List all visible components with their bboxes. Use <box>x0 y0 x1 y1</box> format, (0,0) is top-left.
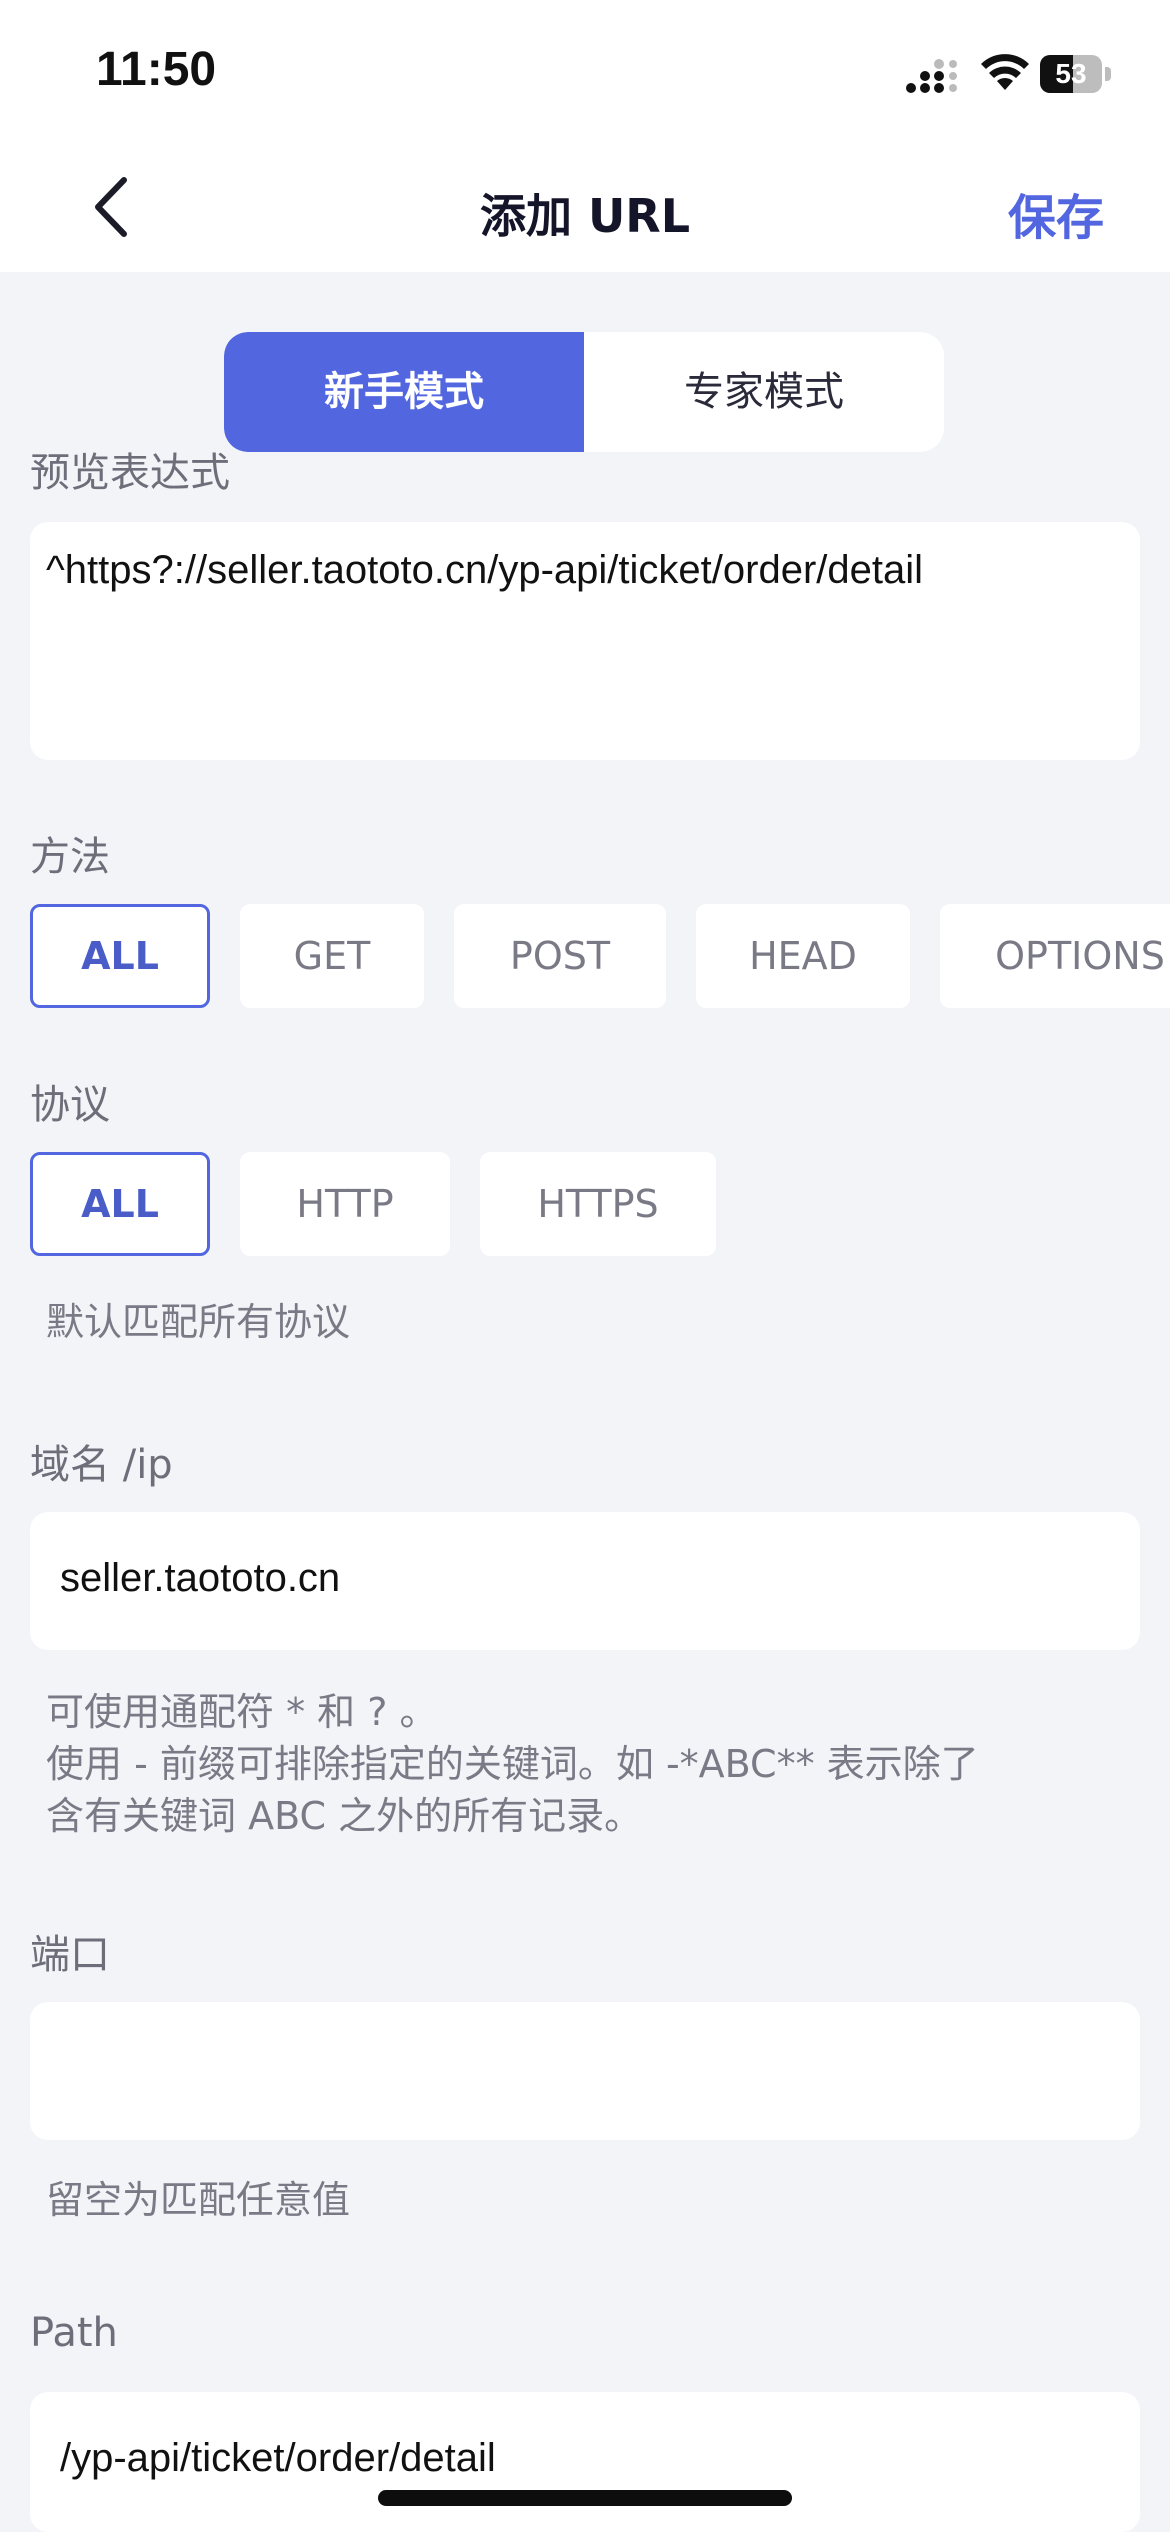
protocol-chip-https[interactable]: HTTPS <box>480 1152 716 1256</box>
page-title: 添加 URL <box>479 189 691 243</box>
path-input-value: /yp-api/ticket/order/detail <box>60 2436 496 2480</box>
port-hint: 留空为匹配任意值 <box>46 2178 351 2222</box>
protocol-chip-http[interactable]: HTTP <box>240 1152 450 1256</box>
beginner-mode-tab[interactable]: 新手模式 <box>224 332 584 452</box>
path-input[interactable]: /yp-api/ticket/order/detail <box>30 2392 1140 2532</box>
domain-hint-line-2: 使用 - 前缀可排除指定的关键词。如 -*ABC** 表示除了 <box>46 1742 979 1786</box>
path-label: Path <box>30 2310 118 2356</box>
home-indicator <box>378 2490 792 2506</box>
battery-level: 53 <box>1055 58 1087 89</box>
wifi-icon <box>981 54 1029 90</box>
method-chip-all[interactable]: ALL <box>30 904 210 1008</box>
status-time: 11:50 <box>96 43 217 96</box>
battery-icon: 53 <box>1040 55 1112 93</box>
protocol-chip-all[interactable]: ALL <box>30 1152 210 1256</box>
preview-expression-text: ^https?://seller.taototo.cn/yp-api/ticke… <box>46 548 924 592</box>
domain-input[interactable]: seller.taototo.cn <box>30 1512 1140 1650</box>
domain-hint-line-1: 可使用通配符 * 和 ? 。 <box>46 1690 438 1734</box>
preview-label: 预览表达式 <box>30 450 230 496</box>
method-chip-post[interactable]: POST <box>454 904 666 1008</box>
preview-expression-box[interactable]: ^https?://seller.taototo.cn/yp-api/ticke… <box>30 522 1140 760</box>
expert-mode-tab[interactable]: 专家模式 <box>584 332 944 452</box>
cellular-signal-icon <box>906 59 957 93</box>
mode-toggle: 新手模式 专家模式 <box>224 332 944 452</box>
domain-input-value: seller.taototo.cn <box>60 1556 341 1600</box>
domain-hint: 可使用通配符 * 和 ? 。 使用 - 前缀可排除指定的关键词。如 -*ABC*… <box>46 1686 1146 1842</box>
method-label: 方法 <box>30 834 110 880</box>
port-label: 端口 <box>30 1932 110 1978</box>
save-button[interactable]: 保存 <box>1008 178 1104 248</box>
port-input[interactable] <box>30 2002 1140 2140</box>
protocol-label: 协议 <box>30 1082 110 1128</box>
method-chip-options[interactable]: OPTIONS <box>940 904 1170 1008</box>
method-chip-get[interactable]: GET <box>240 904 424 1008</box>
domain-label: 域名 /ip <box>30 1442 173 1488</box>
method-chip-row: ALL GET POST HEAD OPTIONS <box>0 904 1170 1010</box>
protocol-hint: 默认匹配所有协议 <box>46 1300 351 1344</box>
domain-hint-line-3: 含有关键词 ABC 之外的所有记录。 <box>46 1794 643 1838</box>
method-chip-head[interactable]: HEAD <box>696 904 910 1008</box>
